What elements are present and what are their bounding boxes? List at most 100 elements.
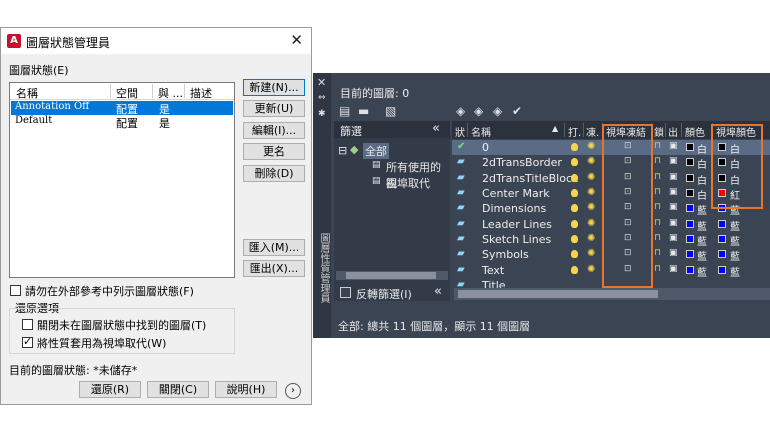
grid-horizontal-scrollbar[interactable] — [454, 288, 770, 300]
column-header-color[interactable]: 顏色 — [685, 124, 705, 139]
column-header-lock[interactable]: 鎖 — [654, 124, 664, 139]
layer-name[interactable]: Symbols — [482, 248, 529, 261]
sun-icon[interactable]: ✺ — [587, 202, 595, 213]
unlock-icon[interactable]: ⊓ — [654, 248, 661, 258]
unlock-icon[interactable]: ⊓ — [654, 264, 661, 274]
column-header-plot[interactable]: 出 — [668, 124, 678, 139]
vp-color-swatch[interactable] — [718, 235, 726, 243]
help-button[interactable]: 說明(H) — [215, 381, 277, 398]
layer-name[interactable]: Sketch Lines — [482, 233, 551, 246]
tree-item-viewport-overrides[interactable]: 視埠取代 — [386, 175, 430, 191]
unlock-icon[interactable]: ⊓ — [654, 202, 661, 212]
color-name[interactable]: 藍 — [697, 264, 707, 279]
expand-arrow-icon[interactable]: › — [285, 383, 301, 399]
printer-icon[interactable]: ▣ — [669, 202, 678, 212]
layer-name[interactable]: Text — [482, 264, 504, 277]
column-header-same[interactable]: 與 ... — [158, 85, 183, 101]
vp-color-swatch[interactable] — [718, 266, 726, 274]
color-name[interactable]: 白 — [697, 172, 707, 187]
lightbulb-icon[interactable] — [571, 250, 578, 258]
color-name[interactable]: 白 — [697, 156, 707, 171]
printer-icon[interactable]: ▣ — [669, 172, 678, 182]
collapse-icon[interactable]: « — [434, 284, 442, 299]
layer-name[interactable]: 0 — [482, 141, 489, 154]
collapse-filter-icon[interactable]: « — [432, 121, 440, 136]
vp-color-name[interactable]: 藍 — [730, 233, 740, 248]
color-swatch[interactable] — [686, 235, 694, 243]
list-item[interactable]: Annotation Off 配置 是 — [11, 101, 233, 116]
color-name[interactable]: 藍 — [697, 218, 707, 233]
lightbulb-icon[interactable] — [571, 158, 578, 166]
new-property-filter-icon[interactable]: ▤ — [339, 104, 350, 118]
scrollbar-thumb[interactable] — [346, 272, 436, 279]
printer-icon[interactable]: ▣ — [669, 187, 678, 197]
lightbulb-icon[interactable] — [571, 174, 578, 182]
column-header-description[interactable]: 描述 — [190, 85, 212, 101]
column-header-on[interactable]: 打. — [568, 124, 581, 139]
sun-icon[interactable]: ✺ — [587, 218, 595, 229]
sun-icon[interactable]: ✺ — [587, 248, 595, 259]
column-header-freeze[interactable]: 凍. — [586, 124, 599, 139]
column-header-status[interactable]: 狀 — [455, 124, 465, 139]
apply-viewport-override-checkbox[interactable] — [22, 335, 33, 348]
printer-icon[interactable]: ▣ — [669, 156, 678, 166]
set-current-icon[interactable]: ✔ — [512, 104, 522, 118]
color-name[interactable]: 藍 — [697, 233, 707, 248]
unlock-icon[interactable]: ⊓ — [654, 233, 661, 243]
sun-icon[interactable]: ✺ — [587, 187, 595, 198]
vp-color-name[interactable]: 藍 — [730, 248, 740, 263]
sun-icon[interactable]: ✺ — [587, 172, 595, 183]
update-button[interactable]: 更新(U) — [243, 100, 305, 117]
unlock-icon[interactable]: ⊓ — [654, 156, 661, 166]
scrollbar-thumb[interactable] — [458, 290, 658, 298]
delete-button[interactable]: 刪除(D) — [243, 165, 305, 182]
vp-color-name[interactable]: 藍 — [730, 218, 740, 233]
column-header-name[interactable]: 名稱 — [16, 85, 38, 101]
color-swatch[interactable] — [686, 158, 694, 166]
lightbulb-icon[interactable] — [571, 143, 578, 151]
lightbulb-icon[interactable] — [571, 189, 578, 197]
import-button[interactable]: 匯入(M)... — [243, 239, 305, 256]
new-button[interactable]: 新建(N)... — [243, 79, 305, 96]
unlock-icon[interactable]: ⊓ — [654, 172, 661, 182]
new-group-filter-icon[interactable]: ▬ — [358, 104, 369, 118]
layer-states-list[interactable]: 名稱 空間 與 ... 描述 Annotation Off 配置 是 Defau… — [9, 82, 235, 278]
unlock-icon[interactable]: ⊓ — [654, 141, 661, 151]
color-swatch[interactable] — [686, 189, 694, 197]
tree-item-all[interactable]: 全部 — [363, 143, 389, 159]
autohide-icon[interactable]: ⇔ — [318, 93, 326, 103]
lightbulb-icon[interactable] — [571, 235, 578, 243]
color-name[interactable]: 藍 — [697, 248, 707, 263]
sun-icon[interactable]: ✺ — [587, 264, 595, 275]
unlock-icon[interactable]: ⊓ — [654, 218, 661, 228]
invert-filter-checkbox[interactable] — [340, 287, 351, 298]
lightbulb-icon[interactable] — [571, 266, 578, 274]
lightbulb-icon[interactable] — [571, 204, 578, 212]
unlock-icon[interactable]: ⊓ — [654, 187, 661, 197]
rename-button[interactable]: 更名 — [243, 143, 305, 160]
printer-icon[interactable]: ▣ — [669, 233, 678, 243]
turn-off-layers-checkbox[interactable] — [22, 319, 33, 330]
new-layer-vp-frozen-icon[interactable]: ◈ — [474, 104, 483, 118]
layer-name[interactable]: 2dTransBorder — [482, 156, 562, 169]
delete-layer-icon[interactable]: ◈ — [493, 104, 502, 118]
color-name[interactable]: 白 — [697, 141, 707, 156]
restore-button[interactable]: 還原(R) — [79, 381, 141, 398]
close-icon[interactable]: ✕ — [290, 31, 303, 49]
export-button[interactable]: 匯出(X)... — [243, 260, 305, 277]
printer-icon[interactable]: ▣ — [669, 141, 678, 151]
vp-color-swatch[interactable] — [718, 220, 726, 228]
new-layer-icon[interactable]: ◈ — [456, 104, 465, 118]
layer-name[interactable]: 2dTransTitleBlock — [482, 172, 578, 185]
lightbulb-icon[interactable] — [571, 220, 578, 228]
layer-name[interactable]: Leader Lines — [482, 218, 552, 231]
xref-checkbox[interactable] — [10, 285, 21, 296]
sun-icon[interactable]: ✺ — [587, 233, 595, 244]
layer-list-grid[interactable]: 狀 名稱 ▲ 打. 凍. 視埠凍結 鎖 出 顏色 視埠顏色 ✔ 0 ✺ ⊡ ⊓ ▣ 白白… — [452, 121, 770, 301]
color-name[interactable]: 藍 — [697, 202, 707, 217]
printer-icon[interactable]: ▣ — [669, 218, 678, 228]
color-swatch[interactable] — [686, 266, 694, 274]
sun-icon[interactable]: ✺ — [587, 141, 595, 152]
column-header-space[interactable]: 空間 — [116, 85, 138, 101]
vp-color-name[interactable]: 藍 — [730, 264, 740, 279]
